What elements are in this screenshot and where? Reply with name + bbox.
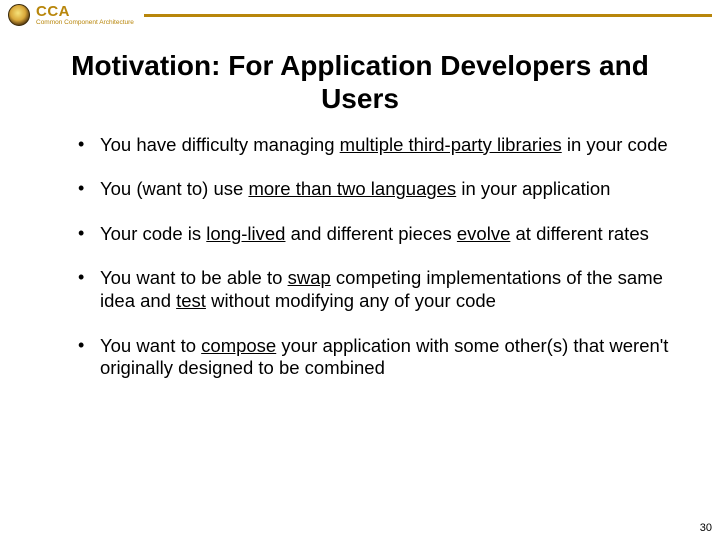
cca-logo-icon (8, 4, 30, 26)
header-rule (144, 14, 712, 17)
list-item: You want to compose your application wit… (78, 335, 678, 380)
bullet-text: You have difficulty managing multiple th… (100, 134, 668, 155)
bullet-text: You want to compose your application wit… (100, 335, 668, 379)
list-item: You want to be able to swap competing im… (78, 267, 678, 312)
bullet-text: You want to be able to swap competing im… (100, 267, 663, 311)
bullet-text: You (want to) use more than two language… (100, 178, 610, 199)
list-item: Your code is long-lived and different pi… (78, 223, 678, 246)
bullet-list: You have difficulty managing multiple th… (0, 134, 720, 380)
page-number: 30 (700, 522, 712, 534)
brand-acronym: CCA (36, 4, 134, 19)
slide-header: CCA Common Component Architecture (0, 0, 720, 27)
list-item: You have difficulty managing multiple th… (78, 134, 678, 157)
slide-title: Motivation: For Application Developers a… (40, 49, 680, 116)
brand-subtitle: Common Component Architecture (36, 20, 134, 27)
brand-text: CCA Common Component Architecture (36, 4, 134, 27)
bullet-text: Your code is long-lived and different pi… (100, 223, 649, 244)
list-item: You (want to) use more than two language… (78, 178, 678, 201)
